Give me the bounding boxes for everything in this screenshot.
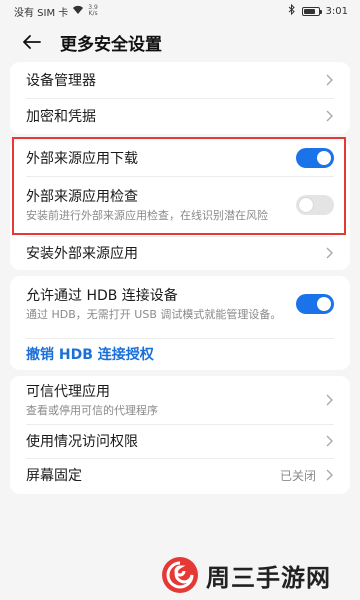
- trust-agents-desc: 查看或停用可信的代理程序: [26, 404, 158, 417]
- chevron-right-icon: [324, 73, 334, 87]
- watermark-text: 周三手游网: [206, 563, 331, 592]
- divider: [26, 176, 334, 177]
- usage-access-item[interactable]: 使用情况访问权限: [10, 424, 350, 458]
- swirl-logo-icon: [160, 555, 200, 595]
- encryption-item[interactable]: 加密和凭据: [10, 98, 350, 134]
- device-admin-label: 设备管理器: [26, 73, 96, 89]
- device-admin-item[interactable]: 设备管理器: [10, 62, 350, 98]
- app-bar: 更多安全设置: [0, 22, 360, 62]
- external-download-label: 外部来源应用下载: [26, 151, 138, 167]
- screen-pin-item[interactable]: 屏幕固定 已关闭: [10, 458, 350, 492]
- settings-card-2: 外部来源应用下载 外部来源应用检查 安装前进行外部来源应用检查，在线识别潜在风险…: [10, 140, 350, 270]
- network-speed: 3.9 K/s: [88, 4, 98, 17]
- settings-card-4: 可信代理应用 查看或停用可信的代理程序 使用情况访问权限 屏幕固定 已关闭: [10, 376, 350, 494]
- hdb-toggle[interactable]: [296, 294, 334, 314]
- usage-access-label: 使用情况访问权限: [26, 434, 138, 450]
- screen-pin-label: 屏幕固定: [26, 468, 82, 484]
- chevron-right-icon: [324, 434, 334, 448]
- chevron-right-icon: [324, 468, 334, 482]
- bluetooth-icon: [288, 3, 296, 18]
- external-check-desc: 安装前进行外部来源应用检查，在线识别潜在风险: [26, 209, 268, 222]
- status-bar: 没有 SIM 卡 3.9 K/s 3:01: [0, 0, 360, 22]
- battery-icon: [301, 6, 322, 16]
- chevron-right-icon: [324, 109, 334, 123]
- trust-agents-label: 可信代理应用: [26, 384, 110, 400]
- revoke-hdb-link[interactable]: 撤销 HDB 连接授权: [26, 344, 154, 364]
- hdb-item[interactable]: 允许通过 HDB 连接设备 通过 HDB，无需打开 USB 调试模式就能管理设备…: [10, 278, 350, 330]
- chevron-right-icon: [324, 393, 334, 407]
- clock: 3:01: [325, 5, 348, 17]
- trust-agents-item[interactable]: 可信代理应用 查看或停用可信的代理程序: [10, 378, 350, 422]
- revoke-hdb-item[interactable]: 撤销 HDB 连接授权: [10, 338, 350, 370]
- external-download-item[interactable]: 外部来源应用下载: [10, 140, 350, 176]
- hdb-desc: 通过 HDB，无需打开 USB 调试模式就能管理设备。: [26, 308, 282, 321]
- page-title: 更多安全设置: [60, 34, 162, 55]
- hdb-label: 允许通过 HDB 连接设备: [26, 288, 178, 304]
- carrier-text: 没有 SIM 卡: [14, 7, 69, 19]
- encryption-label: 加密和凭据: [26, 109, 96, 125]
- watermark: 周三手游网: [160, 555, 331, 595]
- settings-card-3: 允许通过 HDB 连接设备 通过 HDB，无需打开 USB 调试模式就能管理设备…: [10, 276, 350, 370]
- wifi-icon: [72, 5, 84, 18]
- external-check-item[interactable]: 外部来源应用检查 安装前进行外部来源应用检查，在线识别潜在风险: [10, 178, 350, 232]
- back-arrow-icon[interactable]: [22, 32, 42, 52]
- chevron-right-icon: [324, 246, 334, 260]
- external-check-toggle[interactable]: [296, 195, 334, 215]
- external-download-toggle[interactable]: [296, 148, 334, 168]
- settings-card-1: 设备管理器 加密和凭据: [10, 62, 350, 134]
- external-check-label: 外部来源应用检查: [26, 189, 138, 205]
- install-external-item[interactable]: 安装外部来源应用: [10, 236, 350, 270]
- screen-pin-value: 已关闭: [279, 468, 316, 483]
- install-external-label: 安装外部来源应用: [26, 246, 138, 262]
